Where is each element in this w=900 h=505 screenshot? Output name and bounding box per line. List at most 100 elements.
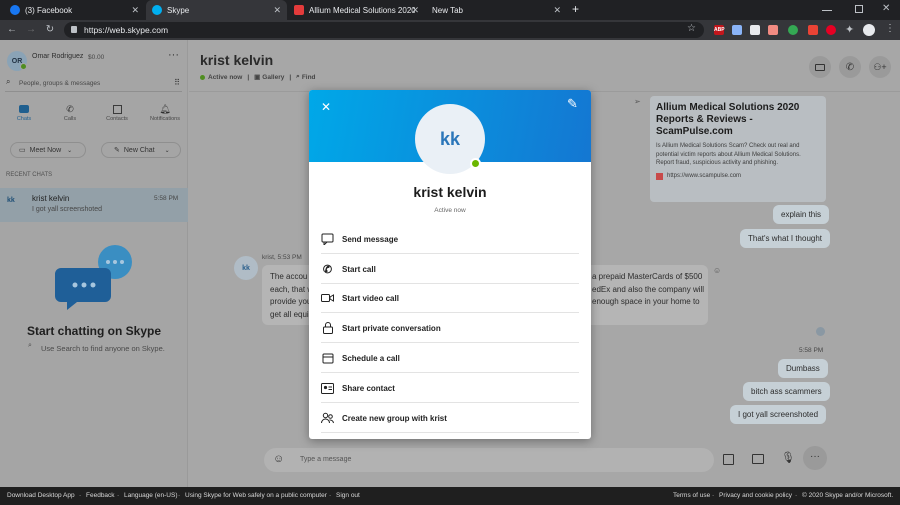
extension-icon[interactable] bbox=[808, 25, 818, 35]
seen-icon bbox=[816, 327, 825, 336]
empty-state-title: Start chatting on Skype bbox=[26, 324, 162, 338]
close-icon[interactable]: ✕ bbox=[411, 5, 419, 16]
close-icon[interactable]: ✕ bbox=[321, 100, 331, 114]
adblock-icon[interactable]: ABP bbox=[714, 25, 725, 35]
pinterest-icon[interactable] bbox=[826, 25, 836, 35]
find-link[interactable]: Find bbox=[302, 74, 316, 81]
puzzle-icon[interactable]: ✦ bbox=[845, 23, 854, 36]
profile-avatar-icon[interactable] bbox=[863, 24, 875, 36]
tab-facebook[interactable]: (3) Facebook ✕ bbox=[4, 0, 145, 20]
more-options-icon[interactable]: ··· bbox=[803, 446, 827, 470]
sign-out-link[interactable]: Sign out bbox=[336, 492, 360, 499]
restore-icon[interactable] bbox=[855, 5, 863, 13]
start-private-conversation-button[interactable]: Start private conversation bbox=[321, 314, 579, 343]
gallery-link[interactable]: Gallery bbox=[262, 74, 284, 81]
tab-allium[interactable]: Allium Medical Solutions 2020 R ✕ bbox=[288, 0, 425, 20]
tab-label: New Tab bbox=[432, 5, 463, 15]
extension-icon[interactable] bbox=[750, 25, 760, 35]
privacy-link[interactable]: Privacy and cookie policy bbox=[719, 492, 792, 499]
calendar-icon bbox=[321, 352, 334, 365]
extension-icon[interactable] bbox=[768, 25, 778, 35]
nav-contacts[interactable]: Contacts bbox=[103, 105, 131, 122]
close-icon[interactable]: ✕ bbox=[131, 5, 139, 16]
attach-file-icon[interactable] bbox=[723, 454, 734, 465]
back-icon[interactable]: ← bbox=[6, 24, 18, 36]
video-icon bbox=[321, 292, 334, 305]
menu-dots-icon[interactable]: ⋮ bbox=[885, 23, 895, 34]
dialpad-icon[interactable]: ⠿ bbox=[174, 78, 180, 87]
pencil-icon[interactable]: ✎ bbox=[567, 96, 578, 112]
contact-name: krist kelvin bbox=[413, 184, 487, 200]
feedback-link[interactable]: Feedback bbox=[86, 492, 115, 499]
safety-link[interactable]: Using Skype for Web safely on a public c… bbox=[185, 492, 327, 499]
window-close-icon[interactable]: ✕ bbox=[882, 3, 890, 14]
conversation-subheader: Active now | ▣ Gallery | ⌕ Find bbox=[200, 73, 316, 81]
sender-name: krist bbox=[262, 254, 274, 261]
tab-skype[interactable]: Skype ✕ bbox=[146, 0, 287, 20]
conversation-title[interactable]: krist kelvin bbox=[200, 52, 273, 68]
message-bubble[interactable]: explain this bbox=[773, 205, 830, 224]
language-link[interactable]: Language (en-US) bbox=[124, 492, 177, 499]
contact-profile-dialog: ✕ ✎ kk krist kelvin Active now Send mess… bbox=[309, 90, 591, 439]
avatar: kk bbox=[7, 197, 15, 204]
terms-link[interactable]: Terms of use bbox=[673, 492, 710, 499]
compose-box[interactable]: ☺ Type a message bbox=[264, 448, 714, 472]
contact-card-icon[interactable] bbox=[752, 454, 764, 464]
close-icon[interactable]: ✕ bbox=[273, 5, 281, 16]
message-line: a prepaid MasterCards of $500 bbox=[592, 272, 703, 281]
extension-icon[interactable] bbox=[788, 25, 798, 35]
chat-preview: I got yall screenshoted bbox=[32, 206, 103, 213]
avatar[interactable]: kk bbox=[234, 256, 258, 280]
link-preview-card[interactable]: Allium Medical Solutions 2020 Reports & … bbox=[650, 96, 826, 202]
footer: Download Desktop App · Feedback · Langua… bbox=[0, 487, 900, 505]
gallery-icon: ▣ bbox=[254, 74, 261, 81]
send-message-button[interactable]: Send message bbox=[321, 225, 579, 254]
bookmark-star-icon[interactable]: ☆ bbox=[687, 23, 696, 34]
audio-call-button[interactable]: ✆ bbox=[839, 56, 861, 78]
action-label: Start video call bbox=[342, 293, 399, 303]
recent-chats-header: RECENT CHATS bbox=[6, 172, 53, 178]
start-video-call-button[interactable]: Start video call bbox=[321, 284, 579, 313]
reload-icon[interactable]: ↻ bbox=[44, 24, 56, 36]
profile-balance[interactable]: $0.00 bbox=[88, 54, 104, 61]
nav-label: Notifications bbox=[150, 116, 180, 122]
video-call-button[interactable] bbox=[809, 56, 831, 78]
message-bubble[interactable]: That's what I thought bbox=[740, 229, 831, 248]
extension-icon[interactable] bbox=[732, 25, 742, 35]
message-bubble[interactable]: Dumbass bbox=[778, 359, 828, 378]
message-line: get all equi bbox=[270, 309, 309, 319]
search-input[interactable]: ⌕ People, groups & messages ⠿ bbox=[5, 76, 182, 92]
meet-now-button[interactable]: ▭ Meet Now ⌄ bbox=[10, 142, 86, 158]
emoji-react-icon[interactable]: ☺ bbox=[713, 266, 721, 275]
nav-chats[interactable]: Chats bbox=[10, 105, 38, 122]
minimize-icon[interactable] bbox=[822, 10, 832, 11]
search-placeholder: People, groups & messages bbox=[19, 80, 101, 87]
nav-notifications[interactable]: 🔔︎ Notifications bbox=[146, 104, 184, 122]
video-icon bbox=[815, 63, 825, 71]
message-bubble[interactable]: I got yall screenshoted bbox=[730, 405, 827, 424]
download-app-link[interactable]: Download Desktop App bbox=[7, 492, 75, 499]
close-icon[interactable]: ✕ bbox=[553, 5, 561, 16]
nav-label: Chats bbox=[16, 116, 32, 122]
more-options-icon[interactable]: ··· bbox=[168, 49, 179, 61]
add-people-button[interactable]: ⚇+ bbox=[869, 56, 891, 78]
list-item[interactable]: kk krist kelvin 5:58 PM I got yall scree… bbox=[0, 188, 188, 222]
tab-new-tab[interactable]: New Tab ✕ bbox=[426, 0, 567, 20]
message-bubble[interactable]: bitch ass scammers bbox=[743, 382, 830, 401]
new-chat-button[interactable]: ✎ New Chat ⌄ bbox=[101, 142, 181, 158]
start-call-button[interactable]: ✆ Start call bbox=[321, 255, 579, 284]
create-group-button[interactable]: Create new group with krist bbox=[321, 404, 579, 433]
share-contact-button[interactable]: Share contact bbox=[321, 374, 579, 403]
address-bar[interactable]: https://web.skype.com ☆ bbox=[64, 22, 704, 38]
browser-tab-bar: (3) Facebook ✕ Skype ✕ Allium Medical So… bbox=[0, 0, 900, 20]
forward-icon[interactable]: ➢ bbox=[634, 97, 641, 106]
profile-name[interactable]: Omar Rodriguez bbox=[32, 53, 83, 60]
microphone-icon[interactable]: 🎙︎ bbox=[781, 451, 795, 464]
emoji-icon[interactable]: ☺ bbox=[273, 453, 284, 465]
forward-icon[interactable]: → bbox=[25, 24, 37, 36]
schedule-call-button[interactable]: Schedule a call bbox=[321, 344, 579, 373]
nav-calls[interactable]: ✆ Calls bbox=[56, 104, 84, 122]
chat-icon bbox=[19, 105, 29, 113]
new-tab-button[interactable]: + bbox=[572, 3, 579, 16]
nav-label: Calls bbox=[63, 116, 77, 122]
